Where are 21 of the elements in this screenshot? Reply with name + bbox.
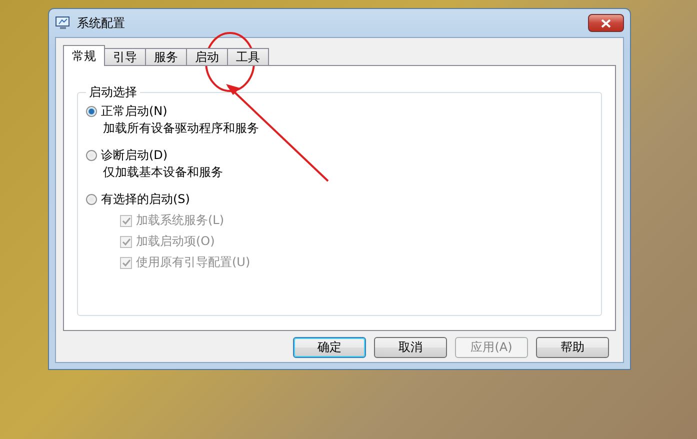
dialog-button[interactable]: 确定 <box>293 337 366 358</box>
close-button[interactable] <box>588 14 624 32</box>
radio-button[interactable] <box>86 150 97 161</box>
dialog-button[interactable]: 帮助 <box>536 337 609 358</box>
monitor-icon <box>55 15 71 31</box>
option-description: 加载所有设备驱动程序和服务 <box>102 120 260 137</box>
tab[interactable]: 引导 <box>104 48 146 66</box>
tab[interactable]: 启动 <box>186 48 228 66</box>
group-title: 启动选择 <box>88 84 138 101</box>
radio-button[interactable] <box>86 194 97 205</box>
tab[interactable]: 服务 <box>145 48 187 66</box>
option-description: 仅加载基本设备和服务 <box>102 164 224 181</box>
dialog-button[interactable]: 取消 <box>374 337 447 358</box>
window-title: 系统配置 <box>77 14 126 32</box>
tab[interactable]: 工具 <box>227 48 269 66</box>
radio-label[interactable]: 诊断启动(D) <box>101 147 168 164</box>
tab[interactable]: 常规 <box>63 45 105 66</box>
radio-label[interactable]: 正常启动(N) <box>101 103 168 120</box>
radio-button[interactable] <box>86 106 97 117</box>
radio-label[interactable]: 有选择的启动(S) <box>101 191 190 208</box>
close-icon <box>601 18 611 28</box>
